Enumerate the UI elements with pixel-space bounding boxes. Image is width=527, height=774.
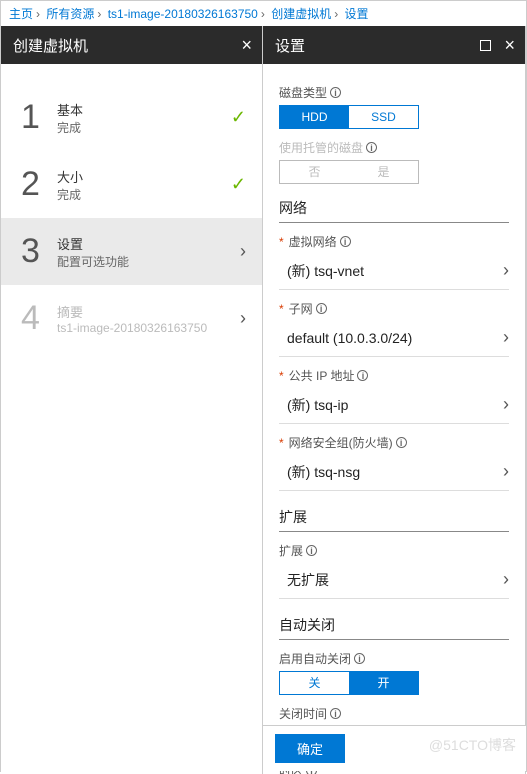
- info-icon[interactable]: i: [354, 653, 365, 664]
- info-icon[interactable]: i: [330, 87, 341, 98]
- step-summary[interactable]: 4 摘要 ts1-image-20180326163750 ›: [1, 285, 262, 352]
- info-icon[interactable]: i: [366, 142, 377, 153]
- close-icon[interactable]: ×: [504, 35, 515, 56]
- crumb-image[interactable]: ts1-image-20180326163750: [108, 7, 258, 21]
- panel-title: 创建虚拟机: [13, 35, 88, 56]
- info-icon[interactable]: i: [330, 708, 341, 719]
- picker-subnet[interactable]: default (10.0.3.0/24) ›: [279, 321, 509, 357]
- panel-settings: 设置 × 磁盘类型i HDD SSD 使用托管的磁盘i 否 是 网络 *虚拟网络…: [263, 26, 526, 774]
- chevron-right-icon: ›: [503, 461, 509, 482]
- crumb-settings[interactable]: 设置: [345, 7, 369, 21]
- section-network: 网络: [279, 184, 509, 223]
- maximize-icon[interactable]: [480, 40, 491, 51]
- panel-header-right: 设置 ×: [263, 26, 525, 64]
- picker-vnet[interactable]: (新) tsq-vnet ›: [279, 254, 509, 290]
- info-icon[interactable]: i: [340, 236, 351, 247]
- chevron-right-icon: ›: [503, 260, 509, 281]
- breadcrumb: 主页› 所有资源› ts1-image-20180326163750› 创建虚拟…: [1, 1, 526, 26]
- info-icon[interactable]: i: [316, 303, 327, 314]
- chevron-right-icon: ›: [503, 394, 509, 415]
- chevron-right-icon: ›: [240, 308, 246, 329]
- managed-disk-toggle: 否 是: [279, 160, 419, 184]
- chevron-right-icon: ›: [503, 327, 509, 348]
- toggle-hdd[interactable]: HDD: [280, 106, 349, 128]
- crumb-home[interactable]: 主页: [9, 7, 33, 21]
- disk-type-toggle[interactable]: HDD SSD: [279, 105, 419, 129]
- info-icon[interactable]: i: [357, 370, 368, 381]
- crumb-create-vm[interactable]: 创建虚拟机: [271, 7, 331, 21]
- panel-title: 设置: [275, 35, 305, 56]
- picker-extensions[interactable]: 无扩展 ›: [279, 563, 509, 599]
- toggle-on[interactable]: 开: [349, 672, 418, 694]
- footer-bar: 确定: [263, 725, 526, 771]
- ok-button[interactable]: 确定: [275, 734, 345, 763]
- picker-nsg[interactable]: (新) tsq-nsg ›: [279, 455, 509, 491]
- autoshutdown-toggle[interactable]: 关 开: [279, 671, 419, 695]
- section-extensions: 扩展: [279, 493, 509, 532]
- chevron-right-icon: ›: [240, 241, 246, 262]
- disk-type-label: 磁盘类型i: [279, 84, 509, 101]
- step-settings[interactable]: 3 设置 配置可选功能 ›: [1, 218, 262, 285]
- section-autoshutdown: 自动关闭: [279, 601, 509, 640]
- toggle-off[interactable]: 关: [280, 672, 349, 694]
- panel-create-vm: 创建虚拟机 × 1 基本 完成 ✓ 2 大小 完成 ✓ 3: [1, 26, 263, 774]
- crumb-resources[interactable]: 所有资源: [46, 7, 94, 21]
- toggle-ssd[interactable]: SSD: [349, 106, 418, 128]
- panel-header-left: 创建虚拟机 ×: [1, 26, 262, 64]
- step-size[interactable]: 2 大小 完成 ✓: [1, 151, 262, 218]
- close-icon[interactable]: ×: [241, 35, 252, 56]
- picker-public-ip[interactable]: (新) tsq-ip ›: [279, 388, 509, 424]
- step-basic[interactable]: 1 基本 完成 ✓: [1, 84, 262, 151]
- managed-disk-label: 使用托管的磁盘i: [279, 139, 509, 156]
- check-icon: ✓: [231, 107, 246, 128]
- check-icon: ✓: [231, 174, 246, 195]
- chevron-right-icon: ›: [503, 569, 509, 590]
- info-icon[interactable]: i: [396, 437, 407, 448]
- info-icon[interactable]: i: [306, 545, 317, 556]
